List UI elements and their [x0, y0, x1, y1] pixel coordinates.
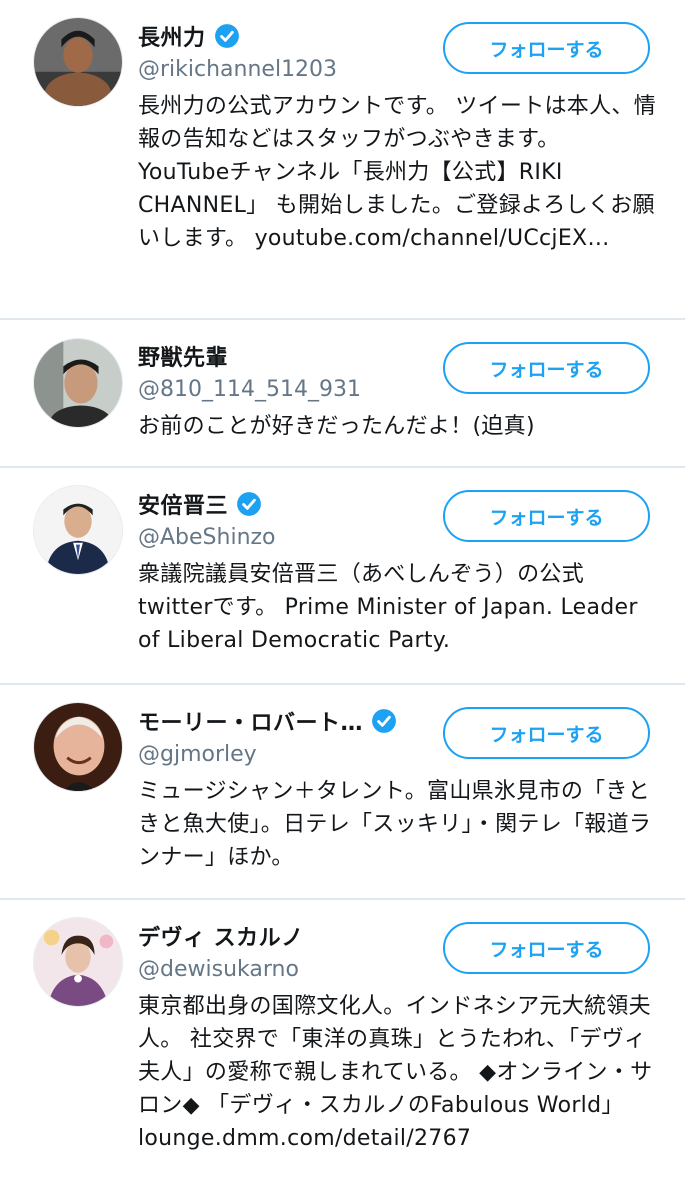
avatar[interactable]: [33, 17, 123, 107]
avatar[interactable]: [33, 338, 123, 428]
follow-button[interactable]: フォローする: [443, 342, 650, 394]
display-name: 野獣先輩: [138, 346, 229, 371]
avatar-image: [34, 703, 122, 791]
user-bio: お前のことが好きだったんだよ！(迫真): [138, 414, 535, 439]
user-cell[interactable]: 長州力 @rikichannel1203 長州力の公式アカウントです。 ツイート…: [0, 0, 685, 320]
user-handle[interactable]: @AbeShinzo: [138, 525, 276, 550]
follow-button[interactable]: フォローする: [443, 22, 650, 74]
display-name: 長州力: [138, 26, 206, 51]
name-line: 野獣先輩: [138, 338, 228, 374]
verified-badge-icon: [372, 709, 396, 733]
user-handle[interactable]: @dewisukarno: [138, 957, 299, 982]
name-line: モーリー・ロバート…: [138, 703, 397, 739]
user-bio: 長州力の公式アカウントです。 ツイートは本人、情報の告知などはスタッフがつぶやき…: [138, 94, 656, 251]
user-cell[interactable]: 安倍晋三 @AbeShinzo 衆議院議員安倍晋三（あべしんぞう）の公式twit…: [0, 468, 685, 685]
display-name: 安倍晋三: [138, 494, 229, 519]
follow-button[interactable]: フォローする: [443, 707, 650, 759]
name-line: 安倍晋三: [138, 486, 262, 522]
avatar-image: [34, 918, 122, 1006]
verified-badge-icon: [237, 492, 261, 516]
user-bio: 東京都出身の国際文化人。インドネシア元大統領夫人。 社交界で「東洋の真珠」とうた…: [138, 994, 653, 1151]
follow-button[interactable]: フォローする: [443, 922, 650, 974]
avatar-image: [34, 486, 122, 574]
user-handle[interactable]: @gjmorley: [138, 742, 257, 767]
name-line: デヴィ スカルノ: [138, 918, 304, 954]
user-cell[interactable]: デヴィ スカルノ @dewisukarno 東京都出身の国際文化人。インドネシア…: [0, 900, 685, 1200]
avatar-image: [34, 18, 122, 106]
avatar[interactable]: [33, 702, 123, 792]
user-handle[interactable]: @810_114_514_931: [138, 377, 361, 402]
avatar[interactable]: [33, 485, 123, 575]
verified-badge-icon: [214, 24, 239, 48]
follow-button[interactable]: フォローする: [443, 490, 650, 542]
display-name: モーリー・ロバート…: [138, 711, 364, 736]
display-name: デヴィ スカルノ: [138, 926, 304, 951]
user-bio: ミュージシャン＋タレント。富山県氷見市の「きときと魚大使」。日テレ「スッキリ」・…: [138, 779, 652, 870]
avatar-image: [34, 339, 122, 427]
user-cell[interactable]: 野獣先輩 @810_114_514_931 お前のことが好きだったんだよ！(迫真…: [0, 320, 685, 468]
user-bio: 衆議院議員安倍晋三（あべしんぞう）の公式twitterです。 Prime Min…: [138, 562, 638, 653]
name-line: 長州力: [138, 18, 240, 54]
user-cell[interactable]: モーリー・ロバート… @gjmorley ミュージシャン＋タレント。富山県氷見市…: [0, 685, 685, 900]
user-list: 長州力 @rikichannel1203 長州力の公式アカウントです。 ツイート…: [0, 0, 685, 1200]
avatar[interactable]: [33, 917, 123, 1007]
user-handle[interactable]: @rikichannel1203: [138, 57, 337, 82]
